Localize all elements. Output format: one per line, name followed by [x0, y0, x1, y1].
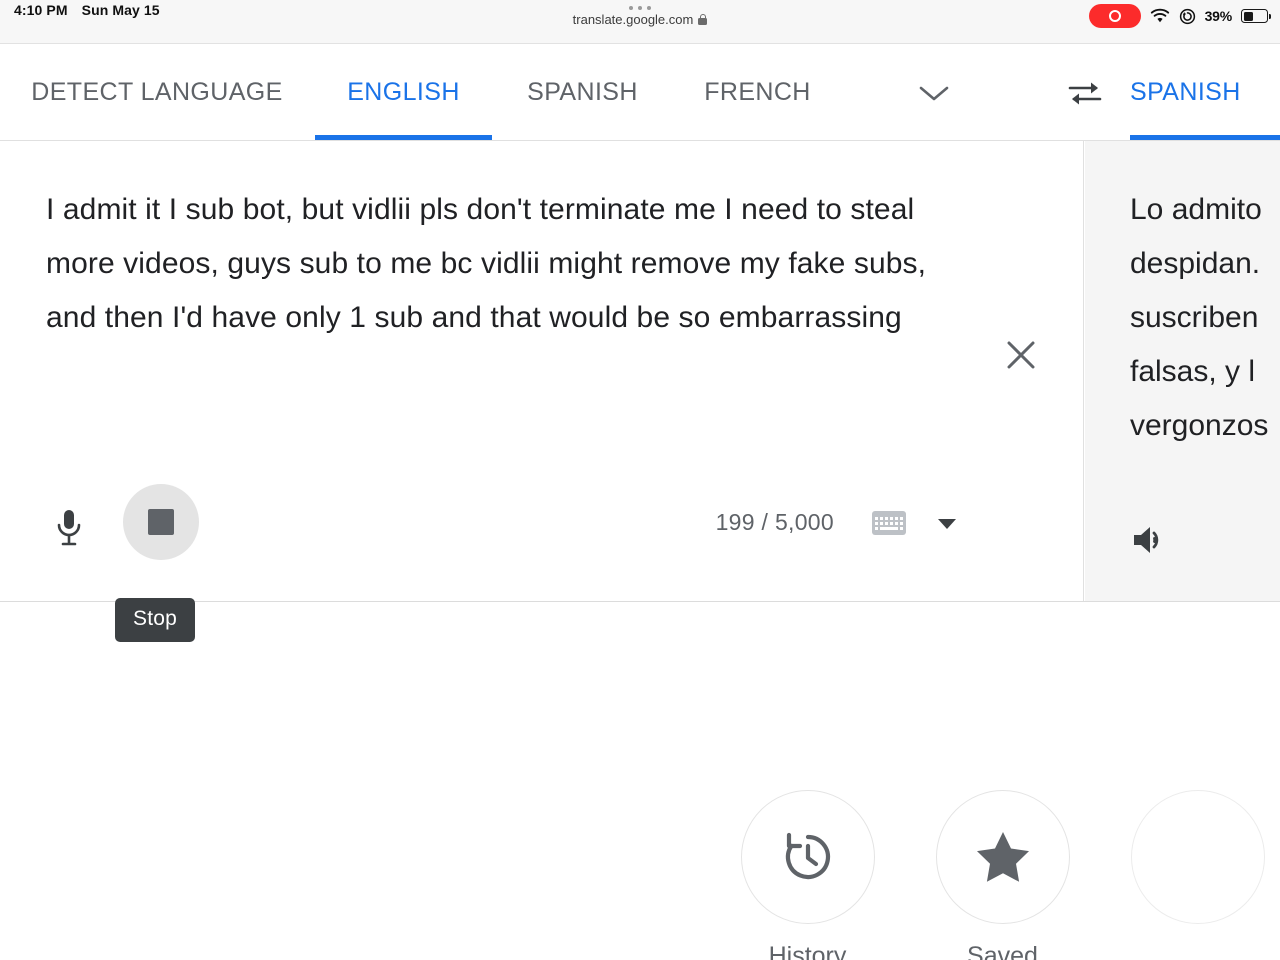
close-icon — [1007, 341, 1035, 369]
stop-tooltip: Stop — [115, 598, 195, 642]
translation-card: I admit it I sub bot, but vidlii pls don… — [0, 141, 1280, 602]
third-action-button[interactable] — [1130, 790, 1265, 960]
translated-line: suscriben — [1130, 301, 1259, 334]
saved-label: Saved — [967, 942, 1038, 960]
microphone-icon — [57, 510, 81, 546]
lock-icon — [698, 14, 708, 25]
status-bar-left: 4:10 PM Sun May 15 — [14, 2, 160, 18]
screen-recording-indicator[interactable] — [1088, 4, 1141, 28]
status-date: Sun May 15 — [81, 2, 160, 18]
bottom-actions: History Saved — [740, 790, 1265, 960]
wifi-icon — [1150, 8, 1169, 23]
chevron-down-icon — [919, 86, 949, 100]
stop-recording-icon — [148, 509, 174, 535]
tab-label: DETECT LANGUAGE — [31, 78, 283, 106]
stop-recording-button[interactable] — [123, 484, 199, 560]
third-action-circle — [1130, 790, 1265, 924]
history-clock-icon — [785, 832, 830, 880]
status-bar-right: 39% — [1088, 4, 1271, 28]
keyboard-button[interactable] — [872, 511, 906, 535]
tab-spanish-target[interactable]: SPANISH — [1130, 45, 1280, 140]
language-tab-bar: DETECT LANGUAGE ENGLISH SPANISH FRENCH S… — [0, 45, 1280, 141]
target-pane: Lo admito despidan. suscriben falsas, y … — [1085, 141, 1280, 601]
translated-line: despidan. — [1130, 247, 1261, 280]
source-pane: I admit it I sub bot, but vidlii pls don… — [0, 141, 1084, 601]
more-source-languages-button[interactable] — [895, 45, 973, 140]
screen: 4:10 PM Sun May 15 translate.google.com — [0, 0, 1280, 960]
character-counter: 199 / 5,000 — [715, 509, 834, 535]
source-text-input[interactable]: I admit it I sub bot, but vidlii pls don… — [46, 183, 946, 345]
tab-label: SPANISH — [527, 78, 638, 106]
address-text: translate.google.com — [572, 12, 694, 27]
history-label: History — [768, 942, 847, 960]
tab-french[interactable]: FRENCH — [685, 45, 830, 140]
tab-label: ENGLISH — [347, 78, 460, 106]
swap-languages-button[interactable] — [1046, 45, 1124, 140]
source-toolbar: 199 / 5,000 — [0, 481, 1084, 601]
tab-spanish-source[interactable]: SPANISH — [500, 45, 665, 140]
history-button[interactable]: History — [740, 790, 875, 960]
listen-translation-button[interactable] — [1127, 517, 1173, 563]
tab-label: FRENCH — [704, 78, 811, 106]
rotation-lock-icon — [1179, 8, 1195, 24]
tab-english[interactable]: ENGLISH — [315, 45, 492, 140]
battery-icon — [1241, 9, 1271, 23]
clear-source-button[interactable] — [995, 329, 1047, 381]
microphone-button[interactable] — [44, 503, 94, 553]
status-bar: 4:10 PM Sun May 15 translate.google.com — [0, 0, 1280, 44]
active-tab-underline — [1130, 135, 1280, 140]
swap-languages-icon — [1068, 82, 1102, 104]
keyboard-icon — [875, 516, 903, 530]
active-tab-underline — [315, 135, 492, 140]
keyboard-dropdown-button[interactable] — [938, 519, 956, 529]
history-button-circle — [740, 790, 875, 924]
translated-line: falsas, y l — [1130, 355, 1256, 388]
tab-label: SPANISH — [1130, 78, 1241, 106]
saved-button-circle — [935, 790, 1070, 924]
star-icon — [976, 832, 1029, 882]
saved-button[interactable]: Saved — [935, 790, 1070, 960]
speaker-icon — [1134, 527, 1159, 553]
tab-detect-language[interactable]: DETECT LANGUAGE — [22, 45, 292, 140]
translated-line: vergonzos — [1130, 409, 1269, 442]
translated-text: Lo admito despidan. suscriben falsas, y … — [1130, 183, 1280, 453]
battery-percent: 39% — [1204, 8, 1233, 24]
status-time: 4:10 PM — [14, 2, 68, 18]
translated-line: Lo admito — [1130, 193, 1262, 226]
